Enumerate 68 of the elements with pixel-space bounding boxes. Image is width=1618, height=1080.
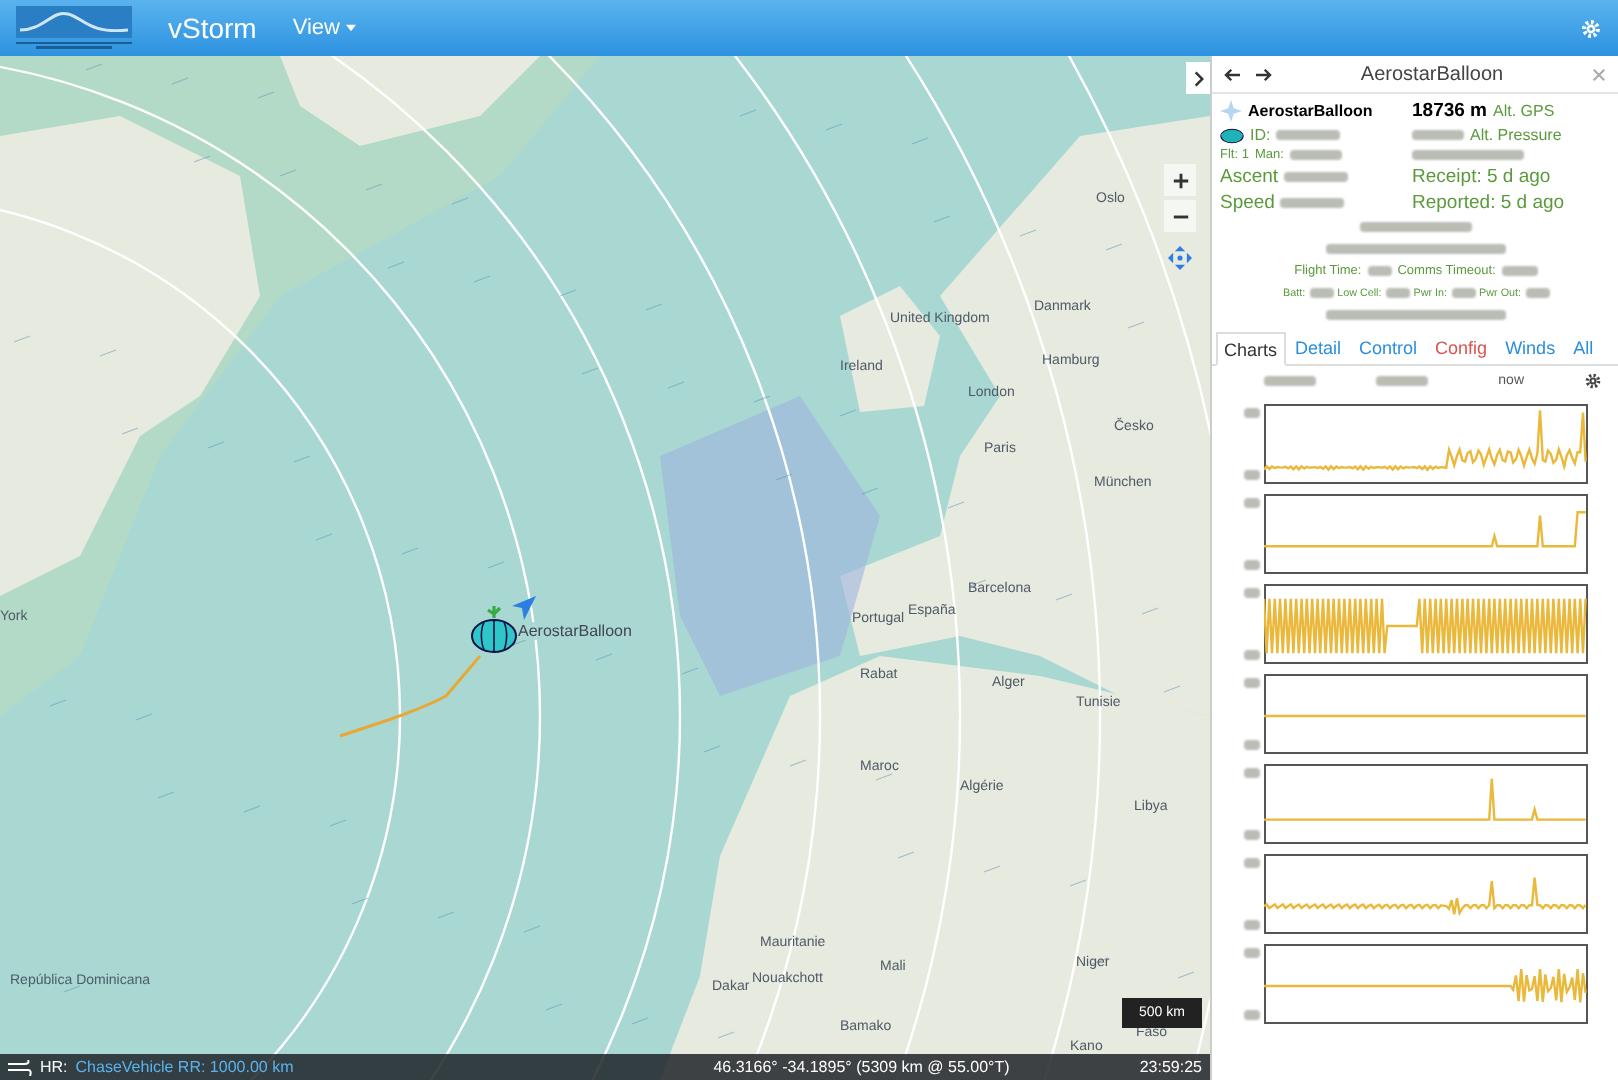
zoom-in-button[interactable] — [1164, 164, 1196, 196]
back-arrow-icon[interactable] — [1224, 67, 1242, 81]
redacted-value — [1244, 858, 1260, 868]
redacted-value — [1451, 288, 1476, 298]
panel-tab[interactable]: All — [1565, 332, 1602, 364]
redacted-value — [1289, 150, 1342, 160]
plus-icon — [1171, 171, 1189, 189]
hr-label: HR: — [40, 1058, 68, 1076]
alt-gps-label: Alt. GPS — [1493, 102, 1555, 120]
panel-tab[interactable]: Detail — [1287, 332, 1350, 364]
panel-tab[interactable]: Charts — [1216, 332, 1286, 366]
balloon-label: AerostarBalloon — [518, 622, 632, 640]
ascent-label: Ascent — [1220, 166, 1279, 188]
balloon-icon — [1220, 127, 1244, 143]
redacted-value — [1244, 470, 1260, 480]
altitude-value: 18736 m — [1412, 100, 1488, 122]
collapse-button[interactable] — [1186, 62, 1210, 94]
redacted-value — [1525, 288, 1549, 298]
settings-icon[interactable] — [1584, 371, 1602, 389]
redacted-value — [1244, 678, 1260, 688]
redacted-value — [1376, 375, 1428, 385]
reported-label: Reported: 5 d ago — [1412, 192, 1565, 214]
redacted-value — [1244, 830, 1260, 840]
redacted-value — [1412, 150, 1524, 160]
redacted-value — [1244, 588, 1260, 598]
redacted-value — [1385, 288, 1410, 298]
receipt-label: Receipt: 5 d ago — [1412, 166, 1551, 188]
redacted-value — [1244, 498, 1260, 508]
id-label: ID: — [1250, 126, 1271, 144]
redacted-value — [1280, 198, 1345, 208]
caret-icon — [346, 24, 357, 33]
redacted-value — [1244, 920, 1260, 930]
redacted-value — [1412, 130, 1464, 140]
forward-arrow-icon[interactable] — [1254, 67, 1272, 81]
wind-icon — [8, 1059, 32, 1075]
redacted-value — [1244, 650, 1260, 660]
balloon-name: AerostarBalloon — [1248, 102, 1373, 120]
speed-label: Speed — [1220, 192, 1275, 214]
cursor-position: 46.3166° -34.1895° (5309 km @ 55.00°T) — [713, 1058, 1010, 1076]
view-menu[interactable]: View — [292, 16, 357, 40]
redacted-value — [1244, 768, 1260, 778]
move-icon[interactable] — [1168, 246, 1192, 270]
chevron-right-icon — [1193, 69, 1203, 87]
redacted-value — [1501, 266, 1538, 276]
clock-time: 23:59:25 — [1139, 1058, 1202, 1076]
heading-arrow-icon — [510, 594, 538, 622]
redacted-value — [1244, 948, 1260, 958]
redacted-value — [1264, 375, 1316, 385]
zoom-out-button[interactable] — [1164, 200, 1196, 232]
range-link[interactable]: ChaseVehicle RR: 1000.00 km — [75, 1058, 294, 1076]
redacted-value — [1360, 222, 1472, 232]
panel-tab[interactable]: Config — [1427, 332, 1496, 364]
panel-title: AerostarBalloon — [1358, 63, 1506, 85]
redacted-value — [1244, 408, 1260, 418]
panel-tab[interactable]: Control — [1351, 332, 1426, 364]
redacted-value — [1244, 740, 1260, 750]
panel-tab[interactable]: Winds — [1497, 332, 1564, 364]
app-title: vStorm — [168, 12, 257, 44]
balloon-icon[interactable] — [470, 602, 518, 654]
redacted-value — [1284, 172, 1349, 182]
sparkle-icon — [1220, 100, 1242, 122]
redacted-value — [1276, 130, 1341, 140]
company-logo — [16, 6, 132, 50]
alt-pressure-label: Alt. Pressure — [1470, 126, 1562, 144]
redacted-value — [1244, 560, 1260, 570]
redacted-value — [1309, 288, 1334, 298]
redacted-value — [1367, 266, 1392, 276]
redacted-value — [1244, 1010, 1260, 1020]
